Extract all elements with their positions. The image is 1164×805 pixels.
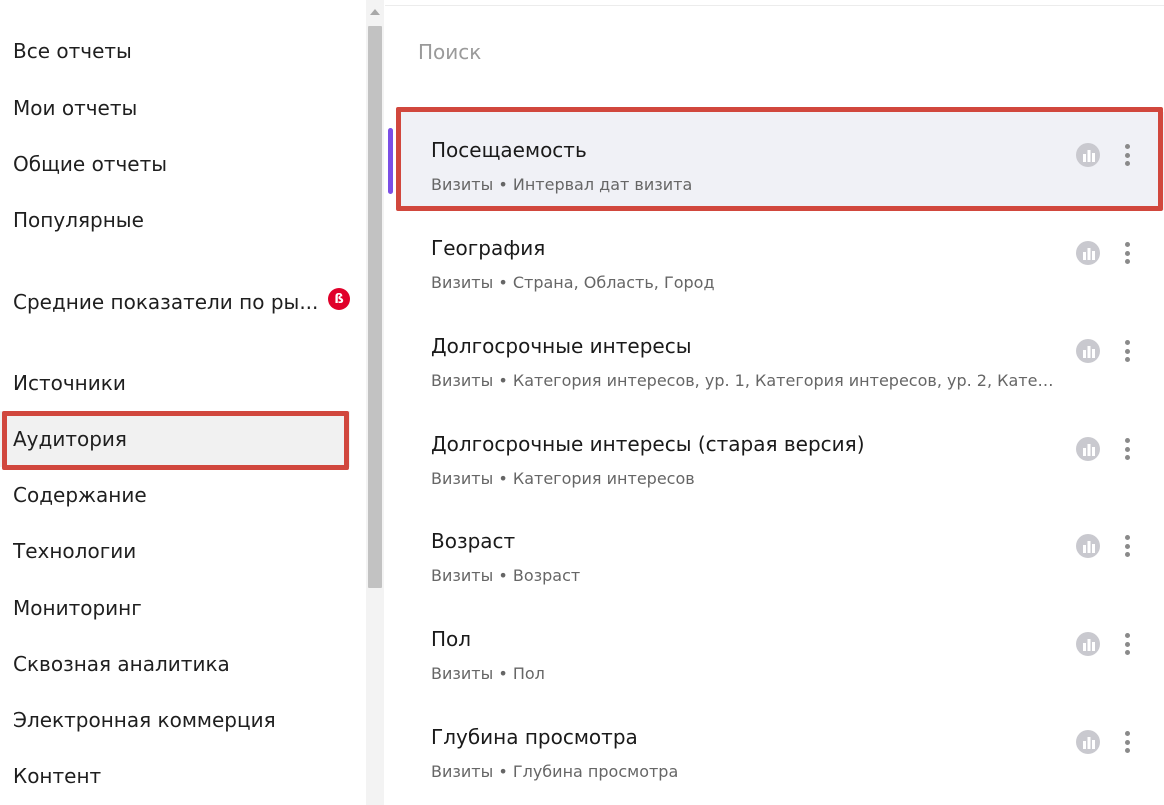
more-vertical-icon[interactable] [1117,727,1137,757]
sidebar-item-label: Контент [13,764,102,788]
report-subtitle: Визиты • Страна, Область, Город [431,273,715,292]
chart-icon[interactable] [1075,436,1101,462]
report-subtitle: Визиты • Глубина просмотра [431,762,679,781]
chart-icon[interactable] [1075,631,1101,657]
report-item-age[interactable]: Возраст Визиты • Возраст [399,503,1164,601]
report-title: Долгосрочные интересы [431,334,692,358]
sidebar-item-end-to-end-analytics[interactable]: Сквозная аналитика [0,636,350,692]
more-vertical-icon[interactable] [1117,140,1137,170]
report-title: Пол [431,627,472,651]
sidebar-item-my-reports[interactable]: Мои отчеты [0,80,350,136]
chart-icon[interactable] [1075,240,1101,266]
search-input[interactable] [418,30,1018,74]
report-item-gender[interactable]: Пол Визиты • Пол [399,601,1164,699]
sidebar-item-technologies[interactable]: Технологии [0,523,350,579]
report-subtitle: Визиты • Категория интересов [431,469,695,488]
active-accent-bar [388,128,393,194]
reports-panel: Посещаемость Визиты • Интервал дат визит… [384,0,1164,805]
sidebar-item-shared-reports[interactable]: Общие отчеты [0,136,350,192]
sidebar-item-label: Источники [13,371,126,395]
sidebar-item-monitoring[interactable]: Мониторинг [0,580,350,636]
chart-icon[interactable] [1075,338,1101,364]
report-subtitle: Визиты • Интервал дат визита [431,175,693,194]
sidebar-item-label: Содержание [13,483,147,507]
report-item-long-term-interests-old[interactable]: Долгосрочные интересы (старая версия) Ви… [399,406,1164,504]
sidebar-item-label: Аудитория [13,427,127,451]
reports-app: Все отчеты Мои отчеты Общие отчеты Попул… [0,0,1164,805]
sidebar-item-audience[interactable]: Аудитория [0,411,350,467]
chart-icon[interactable] [1075,142,1101,168]
sidebar-item-all-reports[interactable]: Все отчеты [0,23,350,79]
sidebar-item-label: Мои отчеты [13,96,138,120]
more-vertical-icon[interactable] [1117,238,1137,268]
sidebar-item-popular[interactable]: Популярные [0,192,350,248]
report-item-geography[interactable]: География Визиты • Страна, Область, Горо… [399,210,1164,308]
sidebar-scrollbar[interactable] [366,0,384,805]
report-title: Долгосрочные интересы (старая версия) [431,432,865,456]
report-title: Возраст [431,529,516,553]
scroll-up-arrow-icon[interactable] [370,9,380,15]
report-subtitle: Визиты • Возраст [431,566,581,585]
report-item-page-depth[interactable]: Глубина просмотра Визиты • Глубина просм… [399,699,1164,797]
chart-icon[interactable] [1075,533,1101,559]
report-subtitle: Визиты • Пол [431,664,545,683]
report-title: География [431,236,546,260]
more-vertical-icon[interactable] [1117,531,1137,561]
sidebar-item-label: Технологии [13,539,137,563]
sidebar-item-industry-averages[interactable]: Средние показатели по ры... ß [0,274,350,330]
sidebar: Все отчеты Мои отчеты Общие отчеты Попул… [0,0,366,805]
sidebar-item-content-section[interactable]: Содержание [0,467,350,523]
sidebar-item-label: Все отчеты [13,39,132,63]
beta-badge: ß [328,288,350,310]
sidebar-item-label: Мониторинг [13,596,142,620]
sidebar-item-label: Общие отчеты [13,152,168,176]
sidebar-item-label: Средние показатели по ры... [13,290,319,314]
sidebar-item-label: Сквозная аналитика [13,652,230,676]
scroll-thumb[interactable] [368,26,382,588]
report-title: Посещаемость [431,138,587,162]
report-item-long-term-interests[interactable]: Долгосрочные интересы Визиты • Категория… [399,308,1164,406]
sidebar-item-label: Электронная коммерция [13,708,276,732]
report-title: Глубина просмотра [431,725,638,749]
more-vertical-icon[interactable] [1117,336,1137,366]
chart-icon[interactable] [1075,729,1101,755]
sidebar-item-content[interactable]: Контент [0,748,350,804]
report-item-traffic[interactable]: Посещаемость Визиты • Интервал дат визит… [399,112,1164,210]
more-vertical-icon[interactable] [1117,629,1137,659]
more-vertical-icon[interactable] [1117,434,1137,464]
report-subtitle: Визиты • Категория интересов, ур. 1, Кат… [431,371,1057,390]
sidebar-item-ecommerce[interactable]: Электронная коммерция [0,692,350,748]
sidebar-item-sources[interactable]: Источники [0,355,350,411]
sidebar-item-label: Популярные [13,208,144,232]
